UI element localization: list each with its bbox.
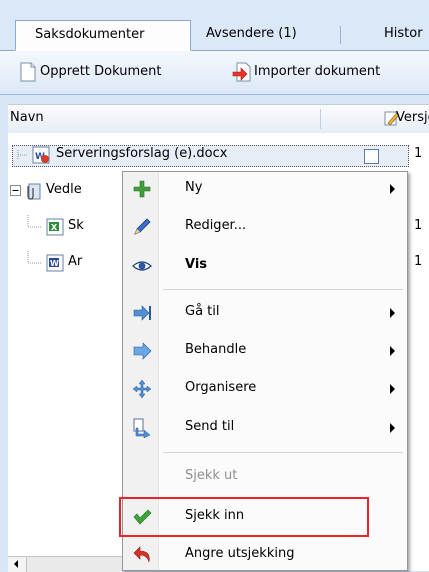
undo-icon [133,546,150,563]
menu-item-ga-til[interactable]: Gå til [123,296,407,330]
word-document-icon: W [46,254,64,272]
move-icon [132,379,152,399]
attachment-icon [27,183,41,200]
arrow-left-icon [14,560,18,568]
scroll-left-button[interactable] [8,557,27,572]
tab-historikk[interactable]: Histor [384,20,429,50]
svg-text:W: W [50,259,59,268]
menu-item-rediger[interactable]: Rediger... [123,210,407,244]
collapse-icon[interactable] [10,185,21,196]
menu-separator [163,452,403,453]
menu-item-send-til[interactable]: Send til [123,411,407,445]
submenu-arrow-icon [390,384,395,394]
word-document-icon: W [32,146,50,164]
column-divider [320,109,321,129]
menu-item-organisere[interactable]: Organisere [123,372,407,406]
menu-item-angre-utsjekking[interactable]: Angre utsjekking [123,538,407,572]
row-version: 1 [414,254,423,269]
submenu-arrow-icon [390,184,395,194]
highlight-box [119,497,369,537]
menu-item-behandle[interactable]: Behandle [123,334,407,368]
send-icon [133,418,151,438]
column-header-row: Navn Versjo [8,104,429,134]
menu-item-ny[interactable]: Ny [123,172,407,206]
row-name: Serveringsforslag (e).docx [56,146,228,161]
app-window: Saksdokumenter Avsendere (1) Histor Oppr… [0,0,429,572]
row-checkbox[interactable] [364,149,379,164]
horizontal-scrollbar[interactable] [8,556,122,572]
submenu-arrow-icon [390,308,395,318]
submenu-arrow-icon [390,423,395,433]
submenu-arrow-icon [390,346,395,356]
import-document-icon [232,62,251,82]
row-name: Sk [68,218,84,233]
import-document-button[interactable]: Importer dokument [254,61,380,83]
process-arrow-icon [133,342,152,360]
menu-separator [163,289,403,290]
tab-bar: Saksdokumenter Avsendere (1) Histor [0,0,429,51]
new-document-icon [20,62,36,82]
toolbar: Opprett Dokument Importer dokument [0,51,429,95]
excel-document-icon: X [46,218,64,236]
table-row[interactable]: W Serveringsforslag (e).docx 1 [8,143,429,167]
tab-divider [340,26,341,44]
tab-avsendere[interactable]: Avsendere (1) [206,20,346,50]
create-document-button[interactable]: Opprett Dokument [40,61,161,83]
goto-arrow-icon [133,305,151,321]
tree-line-icon [17,150,28,160]
row-name: Vedle [46,182,82,197]
menu-item-sjekk-ut: Sjekk ut [185,468,238,483]
row-name: Ar [68,254,83,269]
tab-saksdokumenter[interactable]: Saksdokumenter [15,20,191,51]
column-header-name[interactable]: Navn [10,110,44,125]
pencil-icon [134,218,151,235]
plus-icon [133,180,151,198]
column-header-version[interactable]: Versjo [396,110,429,125]
row-version: 1 [414,146,423,161]
menu-item-vis[interactable]: Vis [123,249,407,283]
eye-icon [132,261,152,271]
row-version: 1 [414,218,423,233]
svg-text:X: X [51,223,58,232]
